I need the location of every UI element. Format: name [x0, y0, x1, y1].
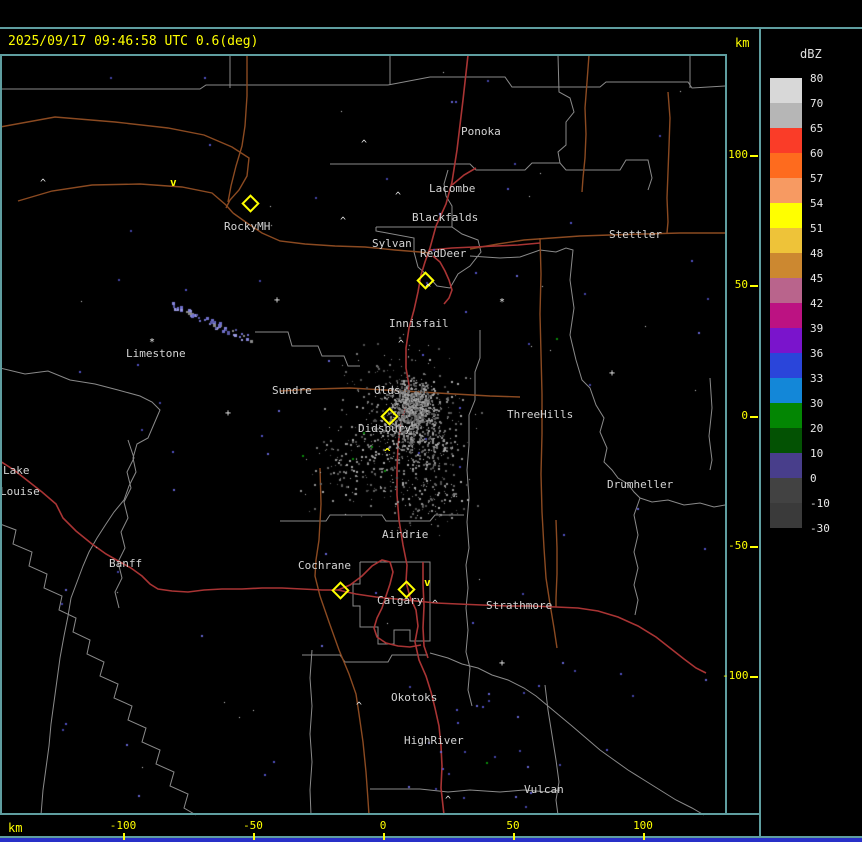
scale-tick-label: 60	[810, 147, 824, 160]
scale-color-block	[770, 78, 802, 103]
map-border-segment	[727, 813, 759, 815]
scale-color-block	[770, 328, 802, 353]
scale-tick-label: 36	[810, 347, 824, 360]
bottom-axis-tick	[383, 833, 385, 840]
scale-tick-label: 51	[810, 222, 824, 235]
scale-tick-label: 42	[810, 297, 824, 310]
scale-tick-label: 54	[810, 197, 824, 210]
scale-tick-label: 57	[810, 172, 824, 185]
scale-tick-label: -30	[810, 522, 830, 535]
scale-color-block	[770, 453, 802, 478]
scale-color-block	[770, 203, 802, 228]
right-axis-tick-label: 50	[734, 278, 748, 291]
scale-color-block	[770, 353, 802, 378]
scale-color-block	[770, 478, 802, 503]
scale-color-block	[770, 378, 802, 403]
scale-tick-label: 33	[810, 372, 824, 385]
right-axis-tick	[750, 416, 758, 418]
right-axis-tick-label: 0	[741, 409, 748, 422]
bottom-axis-tick	[123, 833, 125, 840]
timestamp-label: 2025/09/17 09:46:58 UTC 0.6(deg)	[8, 34, 259, 49]
scale-tick-label: 10	[810, 447, 824, 460]
scale-tick-label: 48	[810, 247, 824, 260]
panel-divider	[759, 29, 761, 838]
scale-color-block	[770, 428, 802, 453]
title-bar	[0, 0, 862, 29]
scale-color-block	[770, 228, 802, 253]
bottom-axis-tick	[253, 833, 255, 840]
scale-color-block	[770, 253, 802, 278]
right-axis-tick-label: -50	[728, 539, 748, 552]
status-strip	[0, 838, 862, 842]
radar-display-window: Ponoka Lacombe Blackfalds Sylvan RedDeer Stet…	[0, 0, 862, 842]
bottom-axis-tick-label: 0	[379, 819, 387, 832]
scale-tick-label: 0	[810, 472, 817, 485]
range-unit-label-bottom: km	[8, 821, 23, 835]
scale-tick-label: 70	[810, 97, 824, 110]
scale-color-block	[770, 278, 802, 303]
scale-unit-label: dBZ	[800, 47, 822, 61]
scale-color-block	[770, 303, 802, 328]
right-axis-tick	[750, 546, 758, 548]
bottom-axis-tick	[643, 833, 645, 840]
right-axis-tick	[750, 155, 758, 157]
range-unit-label-top: km	[735, 36, 750, 50]
right-axis-tick-label: -100	[722, 669, 749, 682]
scale-color-block	[770, 103, 802, 128]
scale-tick-label: -10	[810, 497, 830, 510]
scale-tick-label: 30	[810, 397, 824, 410]
scale-tick-label: 65	[810, 122, 824, 135]
right-axis-tick	[750, 285, 758, 287]
scale-color-block	[770, 128, 802, 153]
scale-tick-label: 20	[810, 422, 824, 435]
bottom-axis-tick-label: 50	[506, 819, 520, 832]
right-axis-tick-label: 100	[728, 148, 748, 161]
color-scale-panel: dBZ 80 70 65 60 57 54 51 48 45 42 39 36 33 30 20 10 0 -10…	[761, 29, 862, 836]
bottom-axis-tick-label: 100	[633, 819, 653, 832]
scale-color-block	[770, 153, 802, 178]
scale-color-block	[770, 403, 802, 428]
right-axis-tick	[750, 676, 758, 678]
scale-tick-label: 45	[810, 272, 824, 285]
scale-tick-label: 39	[810, 322, 824, 335]
scale-tick-label: 80	[810, 72, 824, 85]
bottom-axis-tick-label: -100	[109, 819, 137, 832]
bottom-axis-tick	[513, 833, 515, 840]
bottom-axis-tick-label: -50	[243, 819, 263, 832]
scale-color-block	[770, 178, 802, 203]
scale-color-block	[770, 503, 802, 528]
